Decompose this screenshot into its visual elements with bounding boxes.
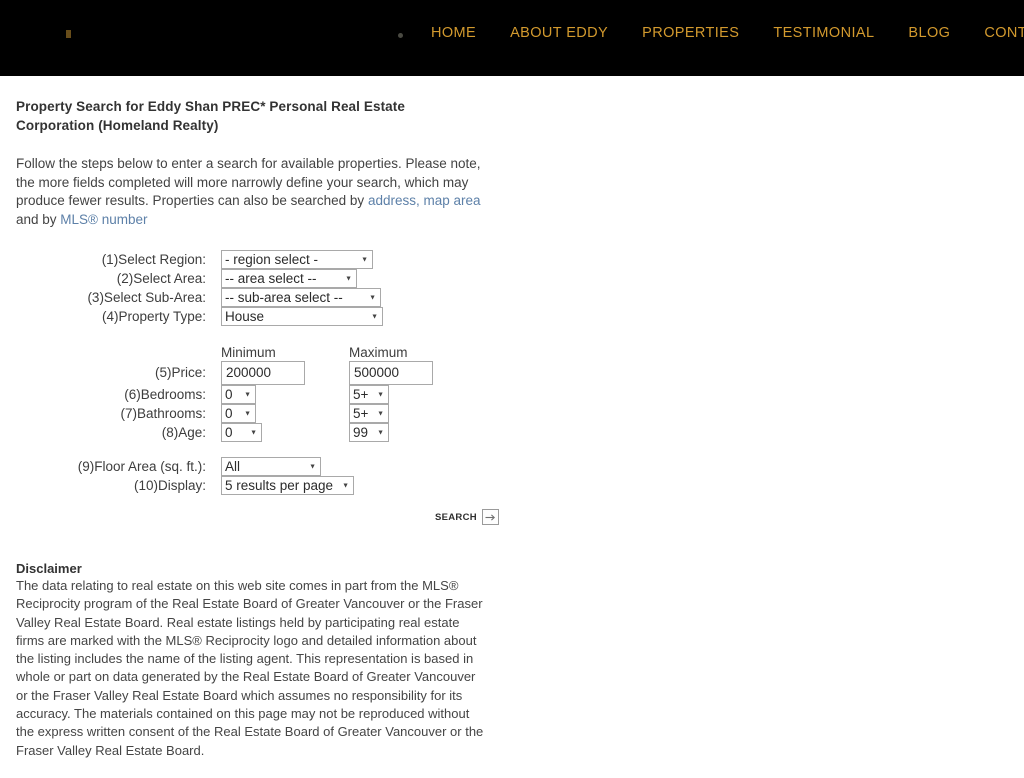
select-bedrooms-min-wrapper: 0 bbox=[221, 385, 256, 404]
label-floor-area: (9)Floor Area (sq. ft.): bbox=[77, 459, 206, 474]
price-min-cell bbox=[221, 360, 349, 385]
page-title: Property Search for Eddy Shan PREC* Pers… bbox=[16, 99, 405, 133]
nav-bullet-icon bbox=[398, 33, 403, 38]
label-display: (10)Display: bbox=[133, 478, 206, 493]
form-row-area: (2)Select Area: -- area select -- bbox=[16, 269, 1008, 288]
column-header-minimum: Minimum bbox=[221, 345, 276, 360]
select-region-wrapper: - region select - bbox=[221, 250, 373, 269]
select-floor-area-wrapper: All bbox=[221, 457, 321, 476]
nav-item-home[interactable]: HOME bbox=[414, 25, 493, 41]
select-subarea-wrapper: -- sub-area select -- bbox=[221, 288, 381, 307]
bathrooms-max-cell: 5+ bbox=[349, 404, 477, 423]
select-subarea[interactable]: -- sub-area select -- bbox=[221, 288, 381, 307]
age-min-cell: 0 bbox=[221, 423, 349, 442]
select-age-max[interactable]: 99 bbox=[349, 423, 389, 442]
select-bedrooms-max-wrapper: 5+ bbox=[349, 385, 389, 404]
disclaimer-section: Disclaimer The data relating to real est… bbox=[16, 561, 486, 760]
form-row-bedrooms: (6)Bedrooms: 0 5+ bbox=[16, 385, 1008, 404]
form-row-bathrooms: (7)Bathrooms: 0 5+ bbox=[16, 404, 1008, 423]
label-select-subarea: (3)Select Sub-Area: bbox=[87, 290, 206, 305]
form-spacer bbox=[16, 442, 1008, 457]
nav-item-properties[interactable]: PROPERTIES bbox=[625, 25, 756, 41]
select-bathrooms-max[interactable]: 5+ bbox=[349, 404, 389, 423]
label-bathrooms: (7)Bathrooms: bbox=[120, 406, 206, 421]
bedrooms-min-cell: 0 bbox=[221, 385, 349, 404]
form-row-age: (8)Age: 0 99 bbox=[16, 423, 1008, 442]
nav-item-contact[interactable]: CONTACT bbox=[967, 25, 1024, 41]
form-row-display: (10)Display: 5 results per page bbox=[16, 476, 1008, 495]
form-row-floor-area: (9)Floor Area (sq. ft.): All bbox=[16, 457, 1008, 476]
price-max-input[interactable] bbox=[349, 360, 433, 385]
price-min-input[interactable] bbox=[221, 360, 305, 385]
main-navigation: HOME ABOUT EDDY PROPERTIES TESTIMONIAL B… bbox=[414, 25, 1024, 41]
link-mls-number[interactable]: MLS® number bbox=[60, 212, 147, 227]
select-display[interactable]: 5 results per page bbox=[221, 476, 354, 495]
intro-paragraph: Follow the steps below to enter a search… bbox=[16, 135, 488, 229]
search-button[interactable]: SEARCH bbox=[435, 509, 499, 525]
form-row-subarea: (3)Select Sub-Area: -- sub-area select -… bbox=[16, 288, 1008, 307]
price-max-cell bbox=[349, 360, 477, 385]
select-region[interactable]: - region select - bbox=[221, 250, 373, 269]
label-age: (8)Age: bbox=[161, 425, 206, 440]
label-property-type: (4)Property Type: bbox=[101, 309, 206, 324]
link-address-map-area[interactable]: address, map area bbox=[368, 193, 481, 208]
select-bathrooms-min[interactable]: 0 bbox=[221, 404, 256, 423]
label-bedrooms: (6)Bedrooms: bbox=[124, 387, 206, 402]
select-display-wrapper: 5 results per page bbox=[221, 476, 354, 495]
select-age-min-wrapper: 0 bbox=[221, 423, 262, 442]
minmax-column-headers: Minimum Maximum bbox=[16, 340, 1008, 360]
select-bathrooms-max-wrapper: 5+ bbox=[349, 404, 389, 423]
property-search-form: (1)Select Region: - region select - (2)S… bbox=[16, 250, 1008, 525]
select-property-type-wrapper: House bbox=[221, 307, 383, 326]
select-age-min[interactable]: 0 bbox=[221, 423, 262, 442]
arrow-right-icon bbox=[481, 509, 499, 525]
search-button-label: SEARCH bbox=[435, 511, 477, 523]
select-bedrooms-min[interactable]: 0 bbox=[221, 385, 256, 404]
bedrooms-max-cell: 5+ bbox=[349, 385, 477, 404]
search-button-row: SEARCH bbox=[16, 509, 1008, 525]
nav-item-testimonial[interactable]: TESTIMONIAL bbox=[756, 25, 891, 41]
intro-text-part2: and by bbox=[16, 211, 61, 227]
nav-item-about-eddy[interactable]: ABOUT EDDY bbox=[493, 25, 625, 41]
select-floor-area[interactable]: All bbox=[221, 457, 321, 476]
page-body: Property Search for Eddy Shan PREC* Pers… bbox=[0, 76, 1024, 760]
form-row-property-type: (4)Property Type: House bbox=[16, 307, 1008, 326]
nav-item-blog[interactable]: BLOG bbox=[891, 25, 967, 41]
select-area[interactable]: -- area select -- bbox=[221, 269, 357, 288]
disclaimer-body: The data relating to real estate on this… bbox=[16, 578, 484, 758]
label-select-area: (2)Select Area: bbox=[116, 271, 206, 286]
label-price: (5)Price: bbox=[154, 365, 206, 380]
form-row-region: (1)Select Region: - region select - bbox=[16, 250, 1008, 269]
site-header: HOME ABOUT EDDY PROPERTIES TESTIMONIAL B… bbox=[0, 0, 1024, 76]
select-bathrooms-min-wrapper: 0 bbox=[221, 404, 256, 423]
label-select-region: (1)Select Region: bbox=[101, 252, 206, 267]
form-row-price: (5)Price: bbox=[16, 360, 1008, 385]
age-max-cell: 99 bbox=[349, 423, 477, 442]
site-logo[interactable] bbox=[66, 30, 71, 38]
select-bedrooms-max[interactable]: 5+ bbox=[349, 385, 389, 404]
column-header-maximum: Maximum bbox=[349, 345, 408, 360]
select-area-wrapper: -- area select -- bbox=[221, 269, 357, 288]
bathrooms-min-cell: 0 bbox=[221, 404, 349, 423]
select-property-type[interactable]: House bbox=[221, 307, 383, 326]
disclaimer-title: Disclaimer bbox=[16, 561, 82, 576]
select-age-max-wrapper: 99 bbox=[349, 423, 389, 442]
